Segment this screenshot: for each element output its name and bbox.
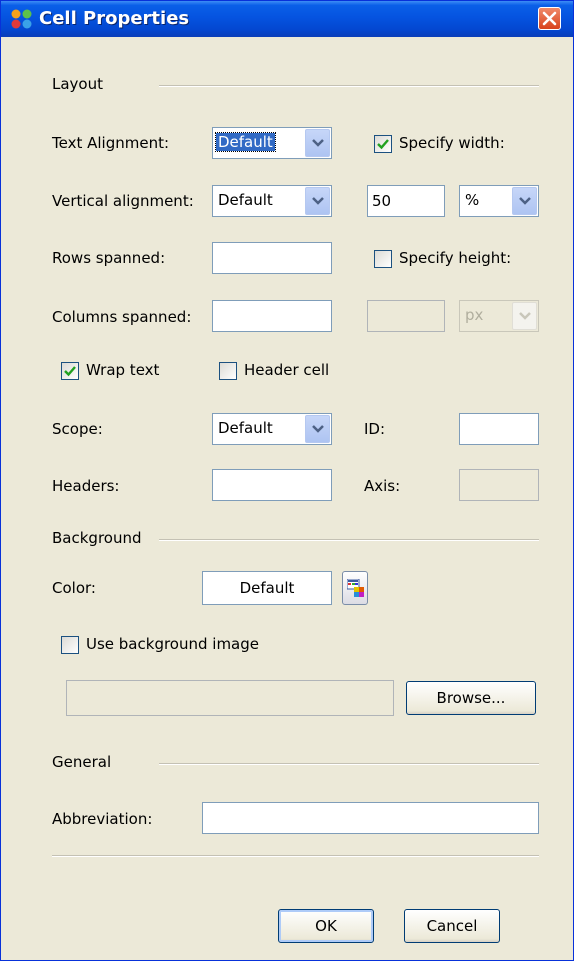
vertical-alignment-select[interactable]: Default xyxy=(212,185,332,217)
dialog-body: Layout Text Alignment: Default Specify w… xyxy=(4,37,570,959)
specify-height-checkbox[interactable] xyxy=(374,250,392,268)
chevron-down-icon xyxy=(312,197,324,205)
footer-separator xyxy=(52,855,539,857)
checkmark-icon xyxy=(377,139,389,150)
height-unit-value: px xyxy=(465,306,484,324)
title-bar[interactable]: Cell Properties xyxy=(1,1,573,37)
text-alignment-label: Text Alignment: xyxy=(52,134,170,152)
dropdown-arrow xyxy=(512,302,537,330)
columns-spanned-input[interactable] xyxy=(212,300,332,332)
scope-label: Scope: xyxy=(52,420,103,438)
abbreviation-input[interactable] xyxy=(202,802,539,834)
checkmark-icon xyxy=(64,366,76,377)
rows-spanned-input[interactable] xyxy=(212,242,332,274)
chevron-down-icon xyxy=(312,139,324,147)
text-alignment-select[interactable]: Default xyxy=(212,127,332,159)
color-label: Color: xyxy=(52,579,96,597)
background-image-path-input xyxy=(66,680,394,716)
dropdown-arrow[interactable] xyxy=(512,187,537,215)
dropdown-arrow[interactable] xyxy=(305,415,330,443)
header-cell-checkbox[interactable] xyxy=(219,362,237,380)
text-alignment-value: Default xyxy=(215,132,276,152)
general-separator xyxy=(159,763,539,765)
width-unit-select[interactable]: % xyxy=(459,185,539,217)
headers-input[interactable] xyxy=(212,469,332,501)
window-title: Cell Properties xyxy=(39,8,190,29)
specify-width-checkbox[interactable] xyxy=(374,135,392,153)
abbreviation-label: Abbreviation: xyxy=(52,810,153,828)
header-cell-label: Header cell xyxy=(244,361,330,379)
id-label: ID: xyxy=(364,420,386,438)
axis-input xyxy=(459,469,539,501)
ok-button[interactable]: OK xyxy=(278,909,374,943)
browse-button[interactable]: Browse... xyxy=(406,681,536,715)
width-input[interactable]: 50 xyxy=(367,185,445,217)
height-input xyxy=(367,300,445,332)
columns-spanned-label: Columns spanned: xyxy=(52,308,192,326)
chevron-down-icon xyxy=(312,425,324,433)
specify-height-label: Specify height: xyxy=(399,249,512,267)
dropdown-arrow[interactable] xyxy=(305,129,330,157)
height-unit-select: px xyxy=(459,300,539,332)
cancel-button[interactable]: Cancel xyxy=(404,909,500,943)
general-heading: General xyxy=(52,753,112,771)
close-button[interactable] xyxy=(538,7,561,30)
headers-label: Headers: xyxy=(52,477,120,495)
wrap-text-checkbox[interactable] xyxy=(61,362,79,380)
rows-spanned-label: Rows spanned: xyxy=(52,249,166,267)
color-button[interactable]: Default xyxy=(202,571,332,605)
scope-value: Default xyxy=(218,419,273,437)
scope-select[interactable]: Default xyxy=(212,413,332,445)
color-palette-icon xyxy=(347,579,364,597)
vertical-alignment-value: Default xyxy=(218,191,273,209)
dropdown-arrow[interactable] xyxy=(305,187,330,215)
app-icon xyxy=(11,9,33,29)
use-background-image-label: Use background image xyxy=(86,635,259,653)
width-unit-value: % xyxy=(465,191,480,209)
use-background-image-checkbox[interactable] xyxy=(61,636,79,654)
cell-properties-dialog: Cell Properties Layout Text Alignment: D… xyxy=(0,0,574,961)
close-icon xyxy=(542,11,557,26)
wrap-text-label: Wrap text xyxy=(86,361,160,379)
chevron-down-icon xyxy=(519,312,531,320)
vertical-alignment-label: Vertical alignment: xyxy=(52,192,194,210)
id-input[interactable] xyxy=(459,413,539,445)
background-separator xyxy=(159,539,539,541)
background-heading: Background xyxy=(52,529,142,547)
specify-width-label: Specify width: xyxy=(399,134,505,152)
axis-label: Axis: xyxy=(364,477,401,495)
color-picker-button[interactable] xyxy=(342,571,368,605)
chevron-down-icon xyxy=(519,197,531,205)
layout-heading: Layout xyxy=(52,75,103,93)
layout-separator xyxy=(159,85,539,87)
